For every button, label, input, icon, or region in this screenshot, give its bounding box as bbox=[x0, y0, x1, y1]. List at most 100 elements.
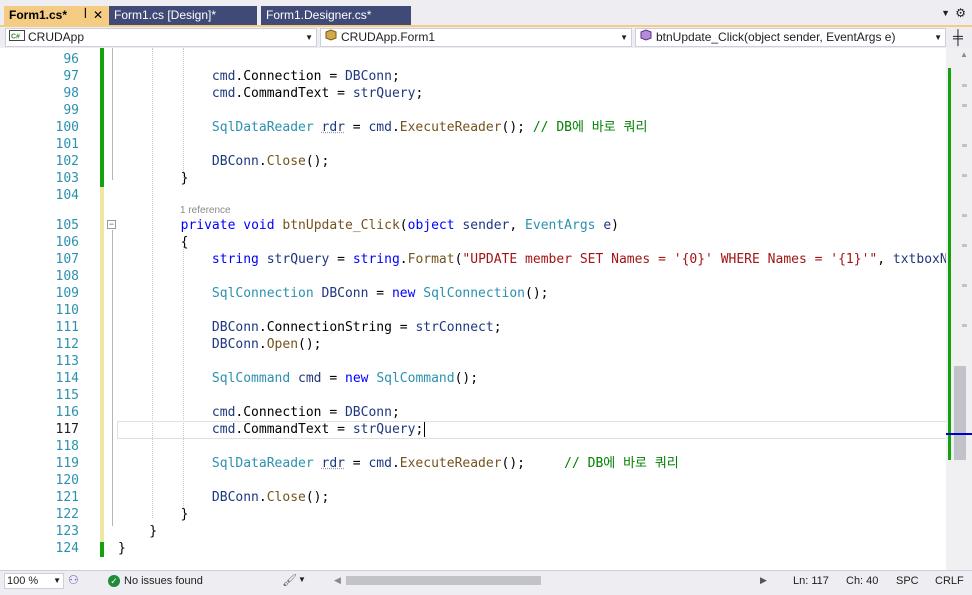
class-icon bbox=[324, 29, 338, 46]
code-line[interactable]: 114 SqlCommand cmd = new SqlCommand(); bbox=[0, 370, 946, 387]
codelens-references[interactable]: 1 reference bbox=[180, 205, 231, 217]
line-number: 115 bbox=[55, 388, 79, 403]
line-number: 110 bbox=[55, 303, 79, 318]
code-line[interactable]: 117 cmd.CommandText = strQuery; bbox=[0, 421, 946, 438]
code-line[interactable]: 96 bbox=[0, 51, 946, 68]
code-line[interactable]: 105 private void btnUpdate_Click(object … bbox=[0, 217, 946, 234]
tab-overflow-icon[interactable]: ▼ bbox=[941, 8, 950, 18]
code-text: cmd.CommandText = strQuery; bbox=[211, 86, 424, 101]
code-line[interactable]: 104 bbox=[0, 187, 946, 204]
code-line[interactable]: 112 DBConn.Open(); bbox=[0, 336, 946, 353]
line-number: 111 bbox=[55, 320, 79, 335]
line-indicator[interactable]: Ln: 117 bbox=[793, 574, 829, 588]
code-line[interactable]: 97 cmd.Connection = DBConn; bbox=[0, 68, 946, 85]
code-line[interactable]: 108 bbox=[0, 268, 946, 285]
code-comment: // DB에 바로 쿼리 bbox=[532, 120, 648, 135]
code-line[interactable]: 118 bbox=[0, 438, 946, 455]
line-number: 103 bbox=[55, 171, 79, 186]
line-number: 96 bbox=[63, 52, 79, 67]
code-line[interactable]: 121 DBConn.Close(); bbox=[0, 489, 946, 506]
code-text: private void btnUpdate_Click(object send… bbox=[180, 218, 619, 233]
text-caret bbox=[424, 422, 426, 437]
code-token: txtboxNewN bbox=[892, 252, 946, 267]
method-icon bbox=[639, 29, 653, 46]
code-line[interactable]: 106 { bbox=[0, 234, 946, 251]
type-dropdown[interactable]: CRUDApp.Form1 ▼ bbox=[320, 28, 632, 47]
vertical-scrollbar[interactable]: ▲ bbox=[946, 48, 972, 570]
scroll-right-icon[interactable]: ▶ bbox=[760, 575, 767, 586]
code-line[interactable]: 100 SqlDataReader rdr = cmd.ExecuteReade… bbox=[0, 119, 946, 136]
svg-text:C#: C# bbox=[11, 34, 20, 41]
code-line[interactable]: 116 cmd.Connection = DBConn; bbox=[0, 404, 946, 421]
code-text: } bbox=[118, 524, 158, 539]
line-number: 106 bbox=[55, 235, 79, 250]
whitespace-indicator[interactable]: SPC bbox=[896, 574, 919, 588]
issues-indicator[interactable]: ✓ No issues found bbox=[108, 574, 203, 588]
code-line[interactable]: 120 bbox=[0, 472, 946, 489]
line-number: 122 bbox=[55, 507, 79, 522]
code-line[interactable]: 123 } bbox=[0, 523, 946, 540]
horizontal-scroll-thumb[interactable] bbox=[346, 576, 541, 585]
code-text: } bbox=[118, 171, 189, 186]
close-icon[interactable]: ✕ bbox=[93, 6, 103, 25]
code-text: { bbox=[118, 235, 189, 250]
code-text: DBConn.ConnectionString = strConnect; bbox=[211, 320, 502, 335]
tab-label: Form1.cs [Design]* bbox=[114, 8, 217, 22]
line-number: 120 bbox=[55, 473, 79, 488]
window-bottom-border bbox=[0, 590, 972, 595]
chevron-down-icon[interactable]: ▼ bbox=[298, 575, 306, 584]
line-number: 97 bbox=[63, 69, 79, 84]
chevron-down-icon: ▼ bbox=[620, 33, 628, 42]
column-indicator[interactable]: Ch: 40 bbox=[846, 574, 878, 588]
scroll-map-mark bbox=[962, 174, 967, 177]
tab-form1-design[interactable]: Form1.cs [Design]* bbox=[109, 6, 257, 25]
code-line[interactable]: 103 } bbox=[0, 170, 946, 187]
navigation-bar: C# CRUDApp ▼ CRUDApp.Form1 ▼ btnUpdate_C… bbox=[0, 27, 972, 48]
code-text: DBConn.Open(); bbox=[211, 337, 322, 352]
line-number: 124 bbox=[55, 541, 79, 556]
line-number: 108 bbox=[55, 269, 79, 284]
project-dropdown[interactable]: C# CRUDApp ▼ bbox=[5, 28, 317, 47]
scroll-left-icon[interactable]: ◀ bbox=[334, 575, 341, 586]
tab-form1-cs[interactable]: Form1.cs* ꟾ ✕ bbox=[4, 6, 109, 25]
code-line[interactable]: 102 DBConn.Close(); bbox=[0, 153, 946, 170]
code-line[interactable]: 99 bbox=[0, 102, 946, 119]
line-number: 118 bbox=[55, 439, 79, 454]
code-line[interactable]: 110 bbox=[0, 302, 946, 319]
check-circle-icon: ✓ bbox=[108, 575, 120, 588]
code-line[interactable]: 119 SqlDataReader rdr = cmd.ExecuteReade… bbox=[0, 455, 946, 472]
copilot-icon[interactable]: ⚇ bbox=[68, 573, 79, 587]
code-cleanup-icon[interactable]: 🖌 bbox=[282, 573, 297, 587]
line-number: 100 bbox=[55, 120, 79, 135]
chevron-down-icon: ▼ bbox=[305, 33, 313, 42]
tab-form1-designer[interactable]: Form1.Designer.cs* bbox=[261, 6, 411, 25]
code-line[interactable]: 98 cmd.CommandText = strQuery; bbox=[0, 85, 946, 102]
scroll-thumb[interactable] bbox=[954, 366, 966, 460]
gear-icon[interactable]: ⚙ bbox=[955, 6, 966, 20]
change-marker-strip bbox=[948, 68, 951, 460]
line-ending-indicator[interactable]: CRLF bbox=[935, 574, 964, 588]
pin-icon[interactable]: ꟾ bbox=[84, 6, 87, 25]
code-line[interactable]: 113 bbox=[0, 353, 946, 370]
code-line[interactable]: 115 bbox=[0, 387, 946, 404]
scroll-up-icon[interactable]: ▲ bbox=[960, 50, 968, 59]
code-line[interactable]: 111 DBConn.ConnectionString = strConnect… bbox=[0, 319, 946, 336]
scroll-map-mark bbox=[962, 84, 967, 87]
code-line[interactable]: 101 bbox=[0, 136, 946, 153]
scroll-map-mark bbox=[962, 104, 967, 107]
split-editor-icon[interactable]: ╪ bbox=[948, 28, 968, 47]
code-line[interactable]: 109 SqlConnection DBConn = new SqlConnec… bbox=[0, 285, 946, 302]
code-text: cmd.CommandText = strQuery; bbox=[211, 422, 426, 437]
zoom-dropdown[interactable]: 100 % ▼ bbox=[4, 573, 64, 589]
tab-label: Form1.cs* bbox=[9, 8, 68, 22]
code-text: cmd.Connection = DBConn; bbox=[211, 69, 400, 84]
caret-position-marker bbox=[946, 433, 972, 435]
code-editor[interactable]: − 96 97 cmd.Connection = DBConn; 98 cmd.Co… bbox=[0, 48, 946, 570]
code-text: SqlDataReader rdr = cmd.ExecuteReader();… bbox=[211, 456, 679, 471]
code-line[interactable]: 124} bbox=[0, 540, 946, 557]
member-dropdown[interactable]: btnUpdate_Click(object sender, EventArgs… bbox=[635, 28, 946, 47]
code-text: } bbox=[118, 507, 189, 522]
tab-label: Form1.Designer.cs* bbox=[266, 8, 372, 22]
code-line[interactable]: 122 } bbox=[0, 506, 946, 523]
code-line[interactable]: 107 string strQuery = string.Format("UPD… bbox=[0, 251, 946, 268]
